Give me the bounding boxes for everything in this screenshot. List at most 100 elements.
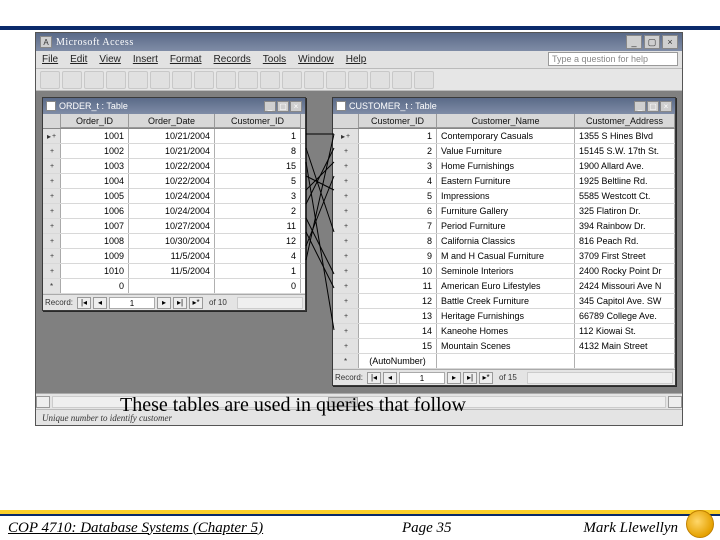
titlebar[interactable]: A Microsoft Access _ ▢ × [36,33,682,51]
cell-order-id[interactable]: 1008 [61,234,129,248]
cell-customer-id[interactable]: 14 [359,324,437,338]
cell-customer-id[interactable]: 11 [215,219,301,233]
row-selector[interactable]: ▸+ [43,129,61,143]
select-all-corner[interactable] [43,114,61,128]
nav-first-button[interactable]: |◂ [367,372,381,384]
cell-customer-name[interactable]: Eastern Furniture [437,174,575,188]
toolbar-button[interactable] [304,71,324,89]
sub-maximize-button[interactable]: ▢ [647,101,659,112]
col-header-order-id[interactable]: Order_ID [61,114,129,128]
row-selector[interactable]: + [333,234,359,248]
cell-order-date[interactable]: 10/27/2004 [129,219,215,233]
nav-new-button[interactable]: ▸* [479,372,493,384]
cell-customer-address[interactable]: 1925 Beltline Rd. [575,174,675,188]
row-selector[interactable]: * [333,354,359,368]
table-row[interactable]: +100310/22/200415 [43,159,305,174]
cell-customer-id[interactable]: 8 [215,144,301,158]
cell-order-date[interactable]: 10/24/2004 [129,204,215,218]
toolbar-button[interactable] [150,71,170,89]
cell-order-date[interactable]: 10/24/2004 [129,189,215,203]
sub-close-button[interactable]: × [660,101,672,112]
toolbar-button[interactable] [62,71,82,89]
toolbar-button[interactable] [326,71,346,89]
table-row[interactable]: +8California Classics816 Peach Rd. [333,234,675,249]
toolbar-button[interactable] [348,71,368,89]
table-row[interactable]: +100510/24/20043 [43,189,305,204]
cell-customer-id[interactable]: 0 [215,279,301,293]
table-row[interactable]: +100710/27/200411 [43,219,305,234]
cell-order-id[interactable]: 1004 [61,174,129,188]
cell-customer-id[interactable]: 9 [359,249,437,263]
nav-current-record[interactable]: 1 [399,372,445,384]
table-row[interactable]: +101011/5/20041 [43,264,305,279]
table-row[interactable]: +5Impressions5585 Westcott Ct. [333,189,675,204]
toolbar-button[interactable] [392,71,412,89]
cell-customer-name[interactable]: Period Furniture [437,219,575,233]
customer-table-window[interactable]: CUSTOMER_t : Table _ ▢ × Customer_ID Cus… [332,97,676,386]
table-row[interactable]: ▸+1Contemporary Casuals1355 S Hines Blvd [333,129,675,144]
cell-customer-address[interactable]: 325 Flatiron Dr. [575,204,675,218]
menu-file[interactable]: File [42,54,58,65]
table-row[interactable]: +7Period Furniture394 Rainbow Dr. [333,219,675,234]
col-header-customer-id[interactable]: Customer_ID [215,114,301,128]
row-selector[interactable]: + [43,249,61,263]
table-row[interactable]: +100911/5/20044 [43,249,305,264]
row-selector[interactable]: + [333,219,359,233]
cell-customer-id-auto[interactable]: (AutoNumber) [359,354,437,368]
select-all-corner[interactable] [333,114,359,128]
nav-prev-button[interactable]: ◂ [383,372,397,384]
toolbar-button[interactable] [128,71,148,89]
toolbar-button[interactable] [106,71,126,89]
cell-customer-id[interactable]: 1 [359,129,437,143]
cell-order-id[interactable]: 1001 [61,129,129,143]
row-selector[interactable]: + [43,264,61,278]
cell-customer-name[interactable]: Heritage Furnishings [437,309,575,323]
toolbar-button[interactable] [216,71,236,89]
cell-order-date[interactable] [129,279,215,293]
nav-first-button[interactable]: |◂ [77,297,91,309]
row-selector[interactable]: + [43,174,61,188]
cell-order-date[interactable]: 10/21/2004 [129,144,215,158]
cell-customer-name[interactable]: Kaneohe Homes [437,324,575,338]
menu-tools[interactable]: Tools [263,54,286,65]
cell-customer-id[interactable]: 10 [359,264,437,278]
toolbar-button[interactable] [194,71,214,89]
toolbar-button[interactable] [370,71,390,89]
menu-records[interactable]: Records [214,54,251,65]
row-selector[interactable]: + [333,144,359,158]
cell-customer-name[interactable]: Battle Creek Furniture [437,294,575,308]
cell-customer-name[interactable]: Mountain Scenes [437,339,575,353]
cell-order-id[interactable]: 1002 [61,144,129,158]
cell-customer-id[interactable]: 5 [215,174,301,188]
nav-current-record[interactable]: 1 [109,297,155,309]
toolbar-button[interactable] [84,71,104,89]
row-selector[interactable]: + [43,234,61,248]
row-selector[interactable]: + [43,189,61,203]
menu-format[interactable]: Format [170,54,202,65]
col-header-customer-name[interactable]: Customer_Name [437,114,575,128]
cell-customer-id[interactable]: 6 [359,204,437,218]
cell-customer-address[interactable]: 4132 Main Street [575,339,675,353]
table-new-row[interactable]: *00 [43,279,305,294]
sub-close-button[interactable]: × [290,101,302,112]
row-selector[interactable]: + [333,264,359,278]
cell-customer-id[interactable]: 4 [215,249,301,263]
customer-titlebar[interactable]: CUSTOMER_t : Table _ ▢ × [333,98,675,114]
cell-customer-address[interactable]: 1355 S Hines Blvd [575,129,675,143]
cell-customer-id[interactable]: 2 [215,204,301,218]
table-row[interactable]: ▸+100110/21/20041 [43,129,305,144]
nav-new-button[interactable]: ▸* [189,297,203,309]
cell-customer-address[interactable]: 394 Rainbow Dr. [575,219,675,233]
close-button[interactable]: × [662,35,678,49]
table-row[interactable]: +4Eastern Furniture1925 Beltline Rd. [333,174,675,189]
cell-order-date[interactable]: 10/22/2004 [129,159,215,173]
cell-customer-address[interactable]: 3709 First Street [575,249,675,263]
cell-order-id[interactable]: 1006 [61,204,129,218]
cell-customer-address[interactable] [575,354,675,368]
table-row[interactable]: +13Heritage Furnishings66789 College Ave… [333,309,675,324]
cell-customer-id[interactable]: 1 [215,264,301,278]
cell-order-date[interactable]: 10/30/2004 [129,234,215,248]
row-selector[interactable]: + [333,309,359,323]
row-selector[interactable]: + [43,219,61,233]
cell-customer-address[interactable]: 112 Kiowai St. [575,324,675,338]
